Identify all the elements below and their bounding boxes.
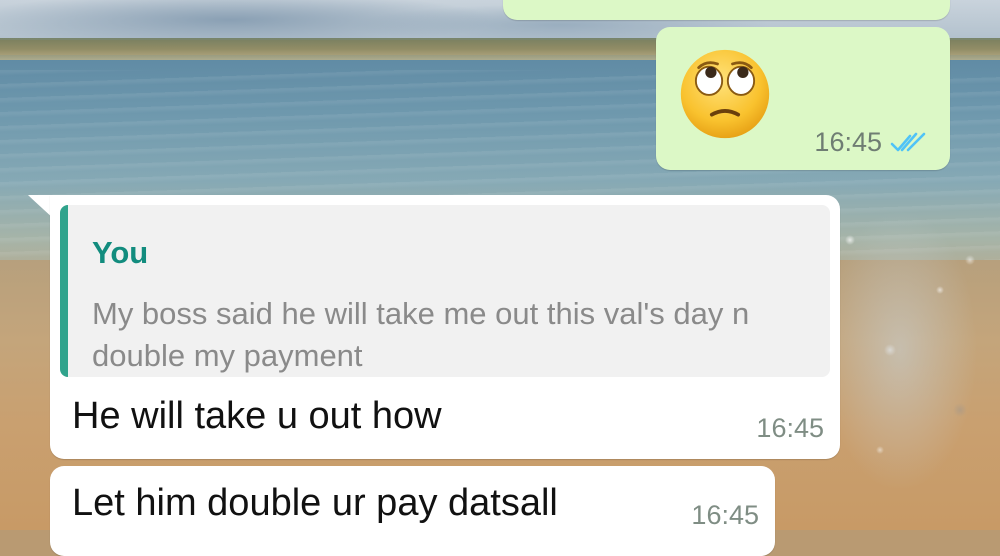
double-check-read-icon [890, 131, 928, 155]
quote-accent-bar [60, 205, 68, 377]
message-time: 16:45 [691, 500, 759, 530]
message-bubble-outgoing-emoji[interactable]: 16:45 [656, 27, 950, 170]
face-with-rolling-eyes-icon [678, 47, 772, 141]
wallpaper-pebbles [820, 200, 1000, 530]
message-bubble-outgoing-cut-off[interactable] [503, 0, 950, 20]
message-text: Let him double ur pay datsall [72, 482, 558, 524]
message-time: 16:45 [814, 127, 882, 157]
message-time: 16:45 [756, 413, 824, 443]
message-text: He will take u out how [72, 395, 442, 437]
message-bubble-incoming-reply[interactable]: You My boss said he will take me out thi… [50, 195, 840, 459]
quoted-text: My boss said he will take me out this va… [92, 296, 750, 373]
message-bubble-incoming[interactable]: Let him double ur pay datsall 16:45 [50, 466, 775, 556]
quoted-message[interactable]: You My boss said he will take me out thi… [60, 205, 830, 377]
quoted-author: You [92, 235, 149, 270]
